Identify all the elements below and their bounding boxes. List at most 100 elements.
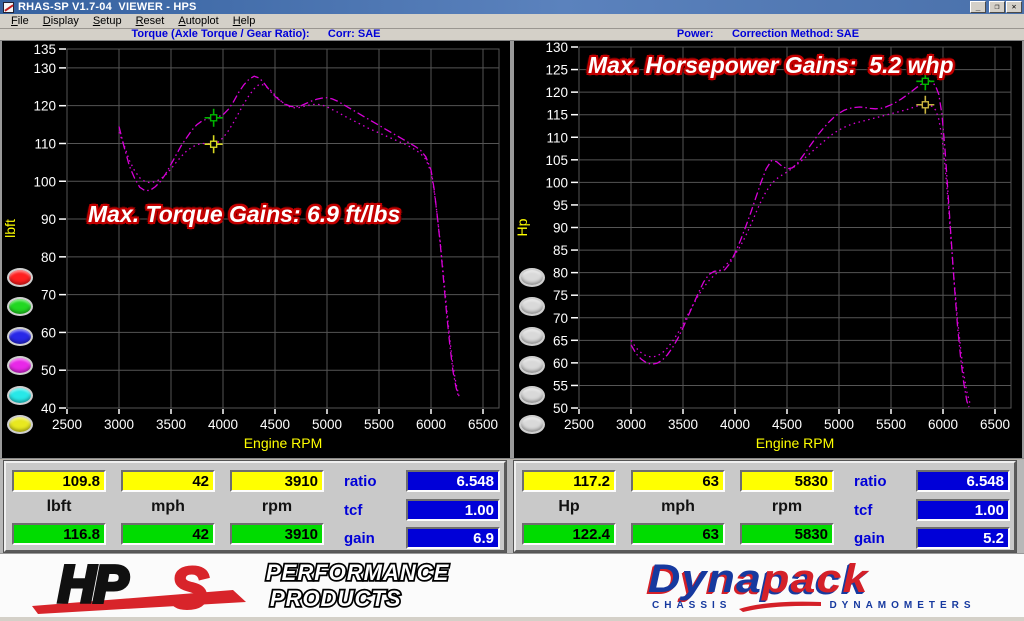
- baseline-rpm-value: 5830: [740, 470, 834, 492]
- x-tick-label: 5000: [312, 417, 342, 432]
- torque-header-label: Torque (Axle Torque / Gear Ratio):: [132, 28, 310, 40]
- baseline-curve: [119, 84, 459, 397]
- unit-label-Hp: Hp: [522, 498, 616, 518]
- hps-products-text: PRODUCTS: [270, 586, 401, 611]
- plot-select-button-power-3[interactable]: [519, 327, 545, 346]
- minimize-button[interactable]: _: [970, 1, 986, 13]
- baseline-Hp-value: 117.2: [522, 470, 616, 492]
- power-gain-annotation: Max. Horsepower Gains: 5.2 whp: [588, 52, 954, 79]
- menu-help[interactable]: Help: [226, 14, 263, 29]
- gain-label: gain: [344, 530, 375, 547]
- baseline-curve: [631, 105, 970, 404]
- menu-file[interactable]: File: [4, 14, 36, 29]
- window-controls: _ ❐ ✕: [970, 1, 1022, 13]
- baseline-mph-value: 42: [121, 470, 215, 492]
- unit-label-rpm: rpm: [740, 498, 834, 518]
- power-header-corr: Correction Method: SAE: [732, 28, 859, 40]
- power-chart-panel: 5055606570758085909510010511011512012513…: [514, 41, 1022, 458]
- modified-curve: [119, 76, 458, 395]
- x-tick-label: 6500: [468, 417, 498, 432]
- gain-value: 5.2: [916, 527, 1010, 549]
- tcf-label: tcf: [854, 502, 872, 519]
- modified-mph-value: 63: [631, 523, 725, 545]
- hps-letter-s: S: [170, 556, 209, 618]
- x-tick-label: 4000: [208, 417, 238, 432]
- hps-letters-hp: HP: [58, 556, 129, 614]
- unit-label-lbft: lbft: [12, 498, 106, 518]
- x-tick-label: 5500: [876, 417, 906, 432]
- plot-select-button-torque-3[interactable]: [7, 327, 33, 346]
- torque-header-corr: Corr: SAE: [328, 28, 381, 40]
- window-title: RHAS-SP V1.7-04 VIEWER - HPS: [18, 1, 197, 13]
- x-tick-label: 4500: [772, 417, 802, 432]
- plot-select-button-power-6[interactable]: [519, 415, 545, 434]
- y-tick-label: 100: [33, 174, 56, 189]
- y-tick-label: 95: [553, 198, 568, 213]
- y-tick-label: 135: [33, 42, 56, 57]
- plot-select-button-power-5[interactable]: [519, 386, 545, 405]
- modified-rpm-value: 3910: [230, 523, 324, 545]
- y-tick-label: 110: [546, 130, 568, 145]
- menu-autoplot[interactable]: Autoplot: [171, 14, 225, 29]
- ratio-label: ratio: [854, 473, 887, 490]
- ratio-label: ratio: [344, 473, 377, 490]
- gain-value: 6.9: [406, 527, 500, 549]
- modified-max-gain-marker: [922, 78, 928, 84]
- y-tick-label: 55: [553, 378, 568, 393]
- tcf-value: 1.00: [916, 499, 1010, 521]
- header-strip: Torque (Axle Torque / Gear Ratio): Corr:…: [0, 29, 1024, 41]
- modified-curve: [631, 81, 969, 407]
- tcf-label: tcf: [344, 502, 362, 519]
- baseline-max-gain-marker: [922, 102, 928, 108]
- torque-header: Torque (Axle Torque / Gear Ratio): Corr:…: [0, 29, 512, 40]
- power-chart: 5055606570758085909510010511011512012513…: [514, 41, 1022, 458]
- plot-select-button-torque-1[interactable]: [7, 268, 33, 287]
- torque-gain-annotation: Max. Torque Gains: 6.9 ft/lbs: [88, 201, 400, 228]
- x-tick-label: 3500: [668, 417, 698, 432]
- y-tick-label: 90: [41, 212, 56, 227]
- menu-reset[interactable]: Reset: [129, 14, 172, 29]
- y-tick-label: 80: [553, 266, 568, 281]
- modified-Hp-value: 122.4: [522, 523, 616, 545]
- modified-rpm-value: 5830: [740, 523, 834, 545]
- x-tick-label: 6000: [928, 417, 958, 432]
- plot-select-button-power-1[interactable]: [519, 268, 545, 287]
- y-tick-label: 130: [545, 41, 568, 55]
- x-tick-label: 5500: [364, 417, 394, 432]
- power-header-label: Power:: [677, 28, 714, 40]
- plot-select-button-torque-5[interactable]: [7, 386, 33, 405]
- x-tick-label: 2500: [564, 417, 594, 432]
- y-tick-label: 70: [553, 311, 568, 326]
- gain-label: gain: [854, 530, 885, 547]
- plot-select-button-torque-6[interactable]: [7, 415, 33, 434]
- x-axis-title: Engine RPM: [244, 435, 323, 451]
- y-tick-label: 50: [41, 363, 56, 378]
- unit-label-rpm: rpm: [230, 498, 324, 518]
- app-icon: [3, 2, 14, 13]
- power-header: Power: Correction Method: SAE: [512, 29, 1024, 40]
- unit-label-mph: mph: [121, 498, 215, 518]
- restore-button[interactable]: ❐: [989, 1, 1005, 13]
- dynapack-pack: pack: [762, 557, 869, 601]
- menu-setup[interactable]: Setup: [86, 14, 129, 29]
- x-axis-title: Engine RPM: [756, 435, 835, 451]
- close-button[interactable]: ✕: [1006, 1, 1022, 13]
- x-tick-label: 3000: [616, 417, 646, 432]
- hps-logo: HP S PERFORMANCE PRODUCTS: [18, 554, 488, 621]
- x-tick-label: 6500: [980, 417, 1010, 432]
- readout-area: 109.8lbft116.842mph423910rpm3910ratio6.5…: [0, 460, 1024, 553]
- tcf-value: 1.00: [406, 499, 500, 521]
- torque-chart: 4050607080901001101201301352500300035004…: [2, 41, 510, 458]
- torque-readout-panel: 109.8lbft116.842mph423910rpm3910ratio6.5…: [4, 461, 506, 552]
- y-tick-label: 50: [553, 401, 568, 416]
- modified-mph-value: 42: [121, 523, 215, 545]
- menu-display[interactable]: Display: [36, 14, 86, 29]
- y-axis-title: lbft: [2, 219, 18, 238]
- unit-label-mph: mph: [631, 498, 725, 518]
- titlebar[interactable]: RHAS-SP V1.7-04 VIEWER - HPS _ ❐ ✕: [0, 0, 1024, 14]
- dynapack-dynamometers-text: DYNAMOMETERS: [829, 600, 975, 611]
- x-tick-label: 4000: [720, 417, 750, 432]
- dynapack-logo: Dynapack CHASSIS DYNAMOMETERS: [648, 560, 1020, 598]
- app-window: RHAS-SP V1.7-04 VIEWER - HPS _ ❐ ✕ FileD…: [0, 0, 1024, 621]
- x-tick-label: 6000: [416, 417, 446, 432]
